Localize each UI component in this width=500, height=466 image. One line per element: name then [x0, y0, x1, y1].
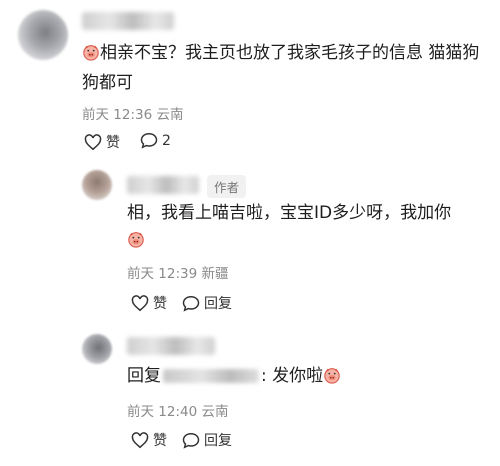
commenter-name[interactable] [82, 12, 174, 30]
reply-meta: 前天 12:40 云南 [127, 400, 229, 420]
reply-prefix: 回复 [127, 366, 161, 386]
comment-text: 相亲不宝？我主页也放了我家毛孩子的信息 猫猫狗狗都可 [82, 43, 480, 93]
mentioned-username[interactable] [163, 369, 259, 383]
heart-outline-icon [84, 133, 102, 150]
reply-text: 回复: 发你啦 [127, 363, 477, 393]
reply-user-name[interactable] [127, 337, 215, 355]
author-badge: 作者 [207, 175, 247, 198]
reply-like-button[interactable]: 赞 [131, 430, 167, 450]
reply-meta: 前天 12:39 新疆 [127, 262, 229, 282]
heart-outline-icon [131, 431, 149, 448]
pig-face-emoji [127, 230, 145, 257]
comment-like-button[interactable]: 赞 [84, 132, 120, 152]
reply-like-button[interactable]: 赞 [131, 293, 167, 313]
commenter-avatar[interactable] [18, 10, 68, 60]
reply-location: 云南 [201, 404, 229, 420]
reply-text: 相，我看上喵吉啦，宝宝ID多少呀，我加你 [127, 200, 477, 257]
reply-author-avatar[interactable] [82, 170, 112, 200]
reply-user-avatar[interactable] [82, 334, 112, 364]
pig-face-emoji [82, 43, 100, 70]
reply-reply-button[interactable]: 回复 [182, 430, 232, 450]
reply-reply-button[interactable]: 回复 [182, 293, 232, 313]
heart-outline-icon [131, 294, 149, 311]
comment-location: 云南 [156, 107, 184, 123]
speech-bubble-icon [182, 432, 200, 449]
speech-bubble-icon [140, 132, 158, 149]
reply-author-name[interactable] [127, 176, 199, 194]
reply-location: 新疆 [201, 266, 229, 282]
comment-time: 前天 12:36 [82, 107, 153, 123]
pig-face-emoji [323, 366, 341, 393]
comment-reply-count-button[interactable]: 2 [140, 132, 171, 149]
speech-bubble-icon [182, 295, 200, 312]
comment-meta: 前天 12:36 云南 [82, 103, 184, 123]
reply-time: 前天 12:40 [127, 404, 198, 420]
reply-time: 前天 12:39 [127, 266, 198, 282]
